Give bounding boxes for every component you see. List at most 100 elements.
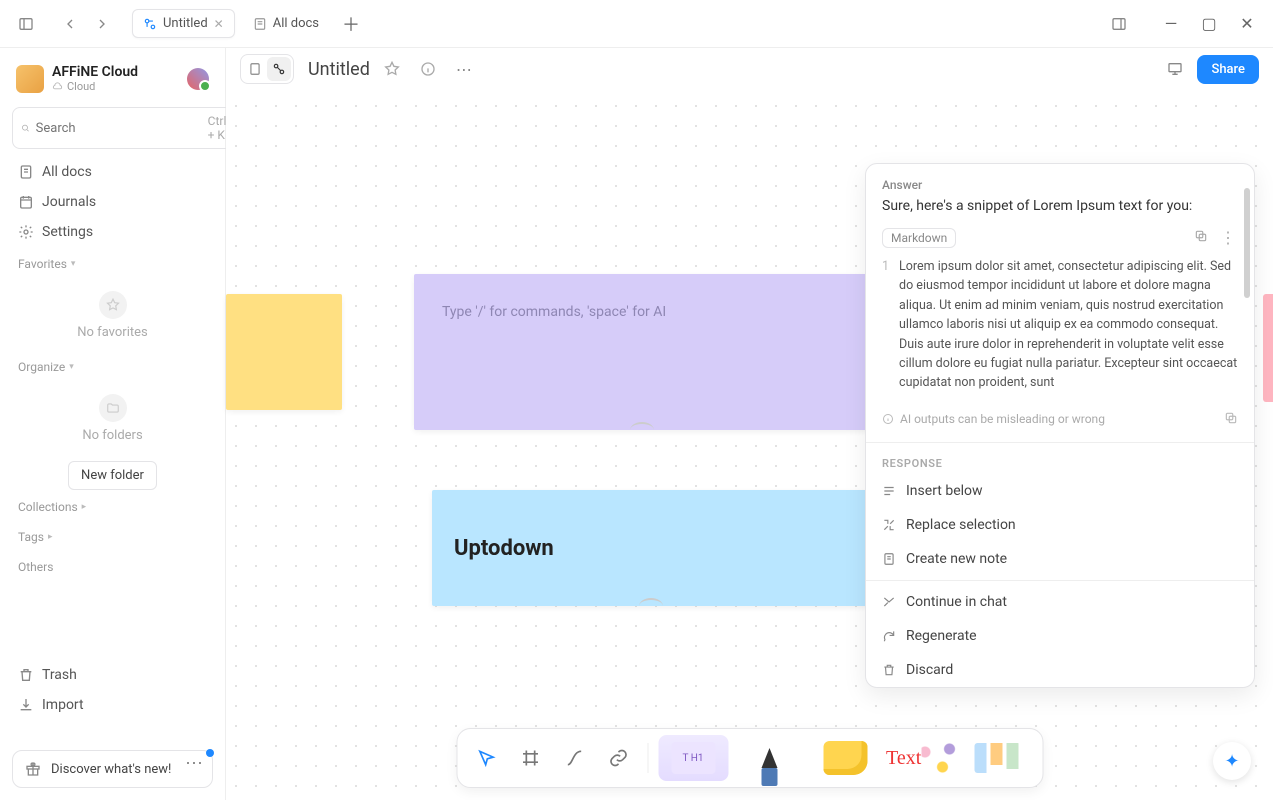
code-lang-tag[interactable]: Markdown xyxy=(882,228,956,248)
tool-select[interactable] xyxy=(467,739,505,777)
tool-note-card[interactable]: T H1 xyxy=(658,735,728,781)
tool-sticky[interactable] xyxy=(810,735,880,781)
sidebar-item-settings[interactable]: Settings xyxy=(12,217,213,247)
sidebar-item-alldocs[interactable]: All docs xyxy=(12,157,213,187)
edge-note-pink[interactable] xyxy=(1263,294,1273,402)
page-mode-icon[interactable] xyxy=(243,57,267,81)
nav-forward-icon[interactable] xyxy=(88,10,116,38)
doc-title[interactable]: Untitled xyxy=(308,59,370,80)
gear-icon xyxy=(18,224,34,240)
panel-toggle-icon[interactable] xyxy=(1105,10,1133,38)
tool-kanban[interactable] xyxy=(962,735,1032,781)
sticky-note-yellow[interactable] xyxy=(226,294,342,410)
action-create-new-note[interactable]: Create new note xyxy=(866,542,1254,576)
close-icon[interactable]: ✕ xyxy=(1233,10,1261,38)
minimize-icon[interactable]: — xyxy=(1157,10,1185,38)
insert-icon xyxy=(882,484,896,498)
sidebar-item-trash[interactable]: Trash xyxy=(12,660,213,690)
new-folder-button[interactable]: New folder xyxy=(68,461,157,490)
others-header[interactable]: Others xyxy=(12,550,213,580)
more-vertical-icon[interactable]: ⋮ xyxy=(1218,226,1238,249)
chevron-down-icon: ▾ xyxy=(69,362,74,372)
toolbox: T H1 Text xyxy=(456,728,1043,788)
favorites-header[interactable]: Favorites▾ xyxy=(12,247,213,277)
calendar-icon xyxy=(18,194,34,210)
copy-icon[interactable] xyxy=(1224,411,1238,428)
organize-header[interactable]: Organize▾ xyxy=(12,350,213,380)
tool-frame[interactable] xyxy=(511,739,549,777)
mode-switch[interactable] xyxy=(240,54,294,84)
code-content: Lorem ipsum dolor sit amet, consectetur … xyxy=(899,257,1238,393)
titlebar: Untitled ✕ All docs ＋ — ▢ ✕ xyxy=(0,0,1273,48)
action-continue-in-chat[interactable]: Continue in chat xyxy=(866,585,1254,619)
action-regenerate[interactable]: Regenerate xyxy=(866,619,1254,653)
sidebar-item-journals[interactable]: Journals xyxy=(12,187,213,217)
tab-label: All docs xyxy=(273,16,319,31)
tab-untitled[interactable]: Untitled ✕ xyxy=(132,9,235,38)
nav-back-icon[interactable] xyxy=(56,10,84,38)
present-icon[interactable] xyxy=(1161,55,1189,83)
info-icon xyxy=(882,413,894,425)
search-icon xyxy=(21,121,30,135)
whats-new-button[interactable]: Discover what's new! xyxy=(12,750,213,788)
tab-alldocs[interactable]: All docs xyxy=(243,10,329,37)
sidebar-item-import[interactable]: Import xyxy=(12,690,213,720)
organize-empty: No folders xyxy=(12,380,213,453)
note-text: Uptodown xyxy=(454,536,554,561)
new-tab-icon[interactable]: ＋ xyxy=(337,10,365,38)
import-icon xyxy=(18,697,34,713)
canvas[interactable]: Untitled ⋯ Share Type '/' for commands, … xyxy=(226,48,1273,800)
collections-header[interactable]: Collections▸ xyxy=(12,490,213,520)
info-icon[interactable] xyxy=(414,55,442,83)
action-replace-selection[interactable]: Replace selection xyxy=(866,508,1254,542)
action-discard[interactable]: Discard xyxy=(866,653,1254,687)
note-placeholder: Type '/' for commands, 'space' for AI xyxy=(442,304,666,320)
search-input[interactable]: Ctrl + K xyxy=(12,107,241,149)
note-block-blue[interactable]: Uptodown xyxy=(432,490,870,606)
collapse-sidebar-icon[interactable] xyxy=(12,10,40,38)
notification-dot xyxy=(206,749,214,757)
tool-connector[interactable] xyxy=(555,739,593,777)
code-block[interactable]: 1 Lorem ipsum dolor sit amet, consectetu… xyxy=(882,249,1238,393)
resize-handle-icon[interactable] xyxy=(639,598,663,608)
trash-icon xyxy=(882,663,896,677)
tags-header[interactable]: Tags▸ xyxy=(12,520,213,550)
more-icon[interactable]: ⋯ xyxy=(185,753,203,774)
avatar[interactable] xyxy=(187,68,209,90)
trash-icon xyxy=(18,667,34,683)
more-icon[interactable]: ⋯ xyxy=(450,55,478,83)
sidebar-item-label: Import xyxy=(42,697,84,713)
workspace-switcher[interactable]: AFFiNE Cloud Cloud xyxy=(12,60,213,97)
chevron-right-icon: ▸ xyxy=(82,502,87,512)
gift-icon xyxy=(25,761,41,777)
favorites-empty: No favorites xyxy=(12,277,213,350)
close-tab-icon[interactable]: ✕ xyxy=(214,17,224,31)
workspace-name: AFFiNE Cloud xyxy=(52,64,138,80)
maximize-icon[interactable]: ▢ xyxy=(1195,10,1223,38)
scrollbar[interactable] xyxy=(1244,188,1250,298)
refresh-icon xyxy=(882,629,896,643)
doc-header: Untitled ⋯ Share xyxy=(240,54,1259,84)
docs-icon xyxy=(18,164,34,180)
sidebar-item-label: Settings xyxy=(42,224,93,240)
sidebar-item-label: All docs xyxy=(42,164,92,180)
star-icon[interactable] xyxy=(378,55,406,83)
sidebar-item-label: Journals xyxy=(42,194,96,210)
tool-text[interactable]: Text xyxy=(886,735,956,781)
ai-fab[interactable]: ✦ xyxy=(1213,742,1251,780)
ai-panel: Answer Sure, here's a snippet of Lorem I… xyxy=(865,163,1255,688)
resize-handle-icon[interactable] xyxy=(630,422,654,432)
tool-pen[interactable] xyxy=(734,735,804,781)
tab-label: Untitled xyxy=(163,16,208,31)
note-icon xyxy=(882,552,896,566)
action-insert-below[interactable]: Insert below xyxy=(866,474,1254,508)
line-number: 1 xyxy=(882,257,889,393)
edgeless-mode-icon[interactable] xyxy=(267,57,291,81)
tool-link[interactable] xyxy=(599,739,637,777)
note-block-purple[interactable]: Type '/' for commands, 'space' for AI xyxy=(414,274,870,430)
sidebar-item-label: Trash xyxy=(42,667,77,683)
share-button[interactable]: Share xyxy=(1197,55,1259,84)
sidebar: AFFiNE Cloud Cloud Ctrl + K ＋ All docs J… xyxy=(0,48,226,800)
star-icon xyxy=(106,298,120,312)
copy-icon[interactable] xyxy=(1192,226,1210,249)
